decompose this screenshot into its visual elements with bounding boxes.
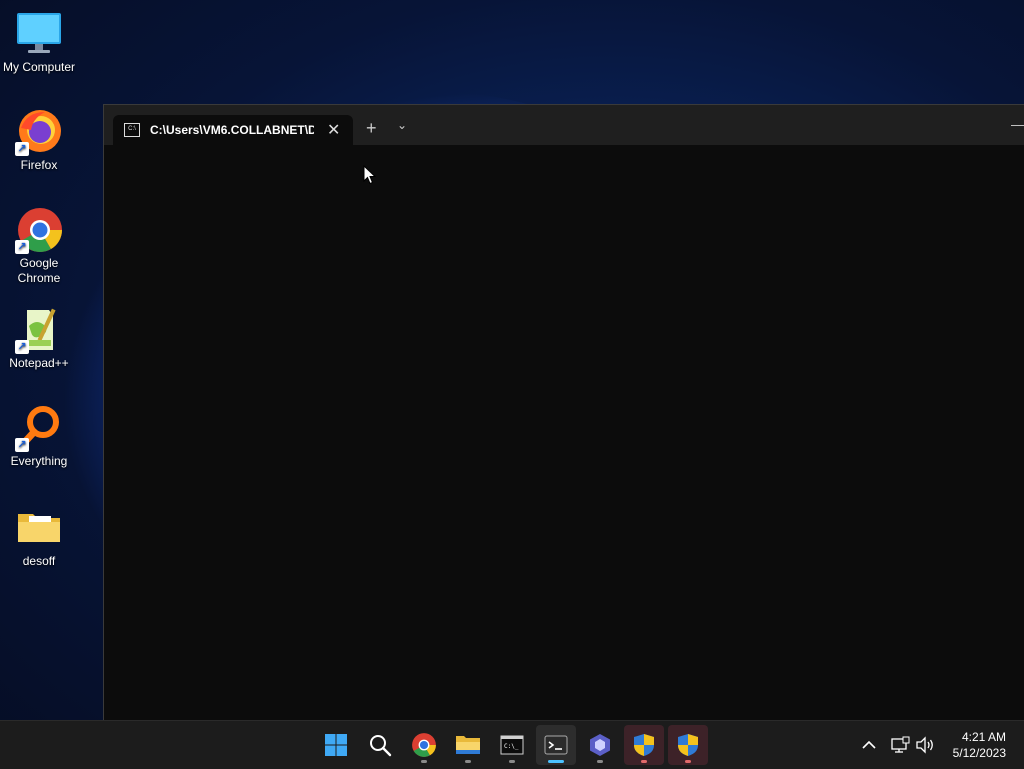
running-indicator — [509, 760, 515, 763]
tab-title: C:\Users\VM6.COLLABNET\De — [150, 123, 314, 137]
desktop-icon-label: Everything — [10, 454, 68, 468]
desktop-icon-label: Firefox — [20, 158, 58, 172]
terminal-titlebar[interactable]: C:\ C:\Users\VM6.COLLABNET\De ✕ + ⌄ — — [104, 105, 1024, 145]
taskbar-elevated-app-1[interactable] — [624, 725, 664, 765]
desktop-icon-desoff[interactable]: desoff — [0, 504, 78, 569]
taskbar-terminal[interactable] — [536, 725, 576, 765]
new-tab-button[interactable]: + — [366, 118, 377, 139]
shortcut-arrow-icon: ↗ — [15, 438, 29, 452]
folder-icon — [15, 504, 63, 552]
desktop-icon-notepad-plus-plus[interactable]: ↗ Notepad++ — [0, 306, 78, 371]
taskbar-elevated-app-2[interactable] — [668, 725, 708, 765]
running-indicator — [641, 760, 647, 763]
taskbar-app[interactable] — [580, 725, 620, 765]
start-button[interactable] — [316, 725, 356, 765]
chrome-icon — [412, 733, 436, 757]
desktop: My Computer ↗ Firefox ↗ Google Chrome ↗ … — [0, 0, 100, 720]
desktop-icon-everything[interactable]: ↗ Everything — [0, 404, 78, 469]
shield-icon — [678, 734, 698, 756]
monitor-icon — [15, 10, 63, 58]
chevron-up-icon — [862, 740, 876, 749]
network-icon — [891, 736, 910, 753]
close-icon[interactable]: ✕ — [327, 120, 340, 140]
chevron-down-icon[interactable]: ⌄ — [397, 118, 407, 132]
terminal-window[interactable]: C:\ C:\Users\VM6.COLLABNET\De ✕ + ⌄ — — [103, 104, 1024, 721]
shortcut-arrow-icon: ↗ — [15, 240, 29, 254]
mouse-cursor-icon — [363, 165, 377, 185]
desktop-icon-label: My Computer — [2, 60, 76, 74]
terminal-body[interactable] — [104, 145, 1024, 721]
desktop-icon-google-chrome[interactable]: ↗ Google Chrome — [0, 206, 78, 286]
desktop-icon-firefox[interactable]: ↗ Firefox — [0, 108, 78, 173]
file-explorer-icon — [456, 736, 480, 754]
cmd-icon: C:\ — [124, 123, 140, 137]
minimize-button[interactable]: — — [1011, 116, 1024, 132]
clock-time: 4:21 AM — [961, 730, 1006, 744]
running-indicator — [597, 760, 603, 763]
taskbar-command-prompt[interactable]: C:\_ — [492, 725, 532, 765]
desktop-icon-my-computer[interactable]: My Computer — [0, 10, 78, 75]
everything-search-icon: ↗ — [15, 404, 63, 452]
shortcut-arrow-icon: ↗ — [15, 340, 29, 354]
search-button[interactable] — [360, 725, 400, 765]
desktop-icon-label: Google Chrome — [17, 256, 61, 285]
clock-date: 5/12/2023 — [952, 746, 1006, 760]
terminal-icon — [544, 735, 568, 755]
shortcut-arrow-icon: ↗ — [15, 142, 29, 156]
running-indicator — [685, 760, 691, 763]
notepad-plus-plus-icon: ↗ — [15, 306, 63, 354]
clock[interactable]: 4:21 AM 5/12/2023 — [953, 729, 1006, 761]
running-indicator — [421, 760, 427, 763]
chrome-icon: ↗ — [15, 206, 63, 254]
terminal-tab[interactable]: C:\ C:\Users\VM6.COLLABNET\De ✕ — [113, 115, 353, 145]
start-icon — [325, 734, 347, 756]
shield-icon — [634, 734, 654, 756]
taskbar-chrome[interactable] — [404, 725, 444, 765]
volume-button[interactable] — [914, 721, 936, 769]
taskbar: C:\_ 4:21 AM 5/12/2023 — [0, 720, 1024, 769]
taskbar-file-explorer[interactable] — [448, 725, 488, 765]
app-icon — [590, 734, 610, 756]
network-button[interactable] — [890, 721, 910, 769]
tray-overflow-button[interactable] — [858, 721, 880, 769]
search-icon — [370, 735, 392, 757]
cmd-icon: C:\_ — [500, 735, 524, 755]
active-indicator — [548, 760, 564, 763]
desktop-icon-label: Notepad++ — [9, 356, 69, 370]
firefox-icon: ↗ — [15, 108, 63, 156]
desktop-icon-label: desoff — [22, 554, 56, 568]
svg-text:C:\_: C:\_ — [504, 743, 519, 750]
running-indicator — [465, 760, 471, 763]
speaker-icon — [916, 736, 933, 754]
